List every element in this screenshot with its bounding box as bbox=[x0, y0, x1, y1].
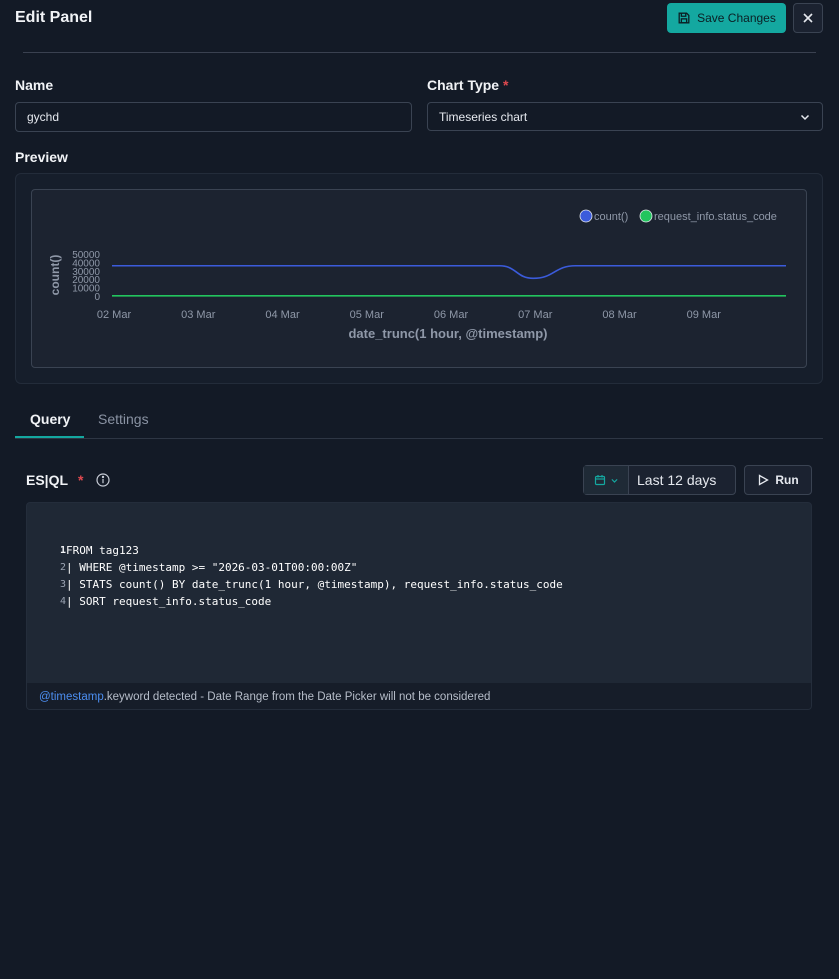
code-text: FROM tag123 bbox=[66, 544, 139, 557]
tabs-divider bbox=[15, 438, 823, 439]
line-number: 1 bbox=[59, 545, 66, 556]
x-tick-label: 05 Mar bbox=[350, 309, 385, 321]
name-label-text: Name bbox=[15, 77, 54, 93]
close-button[interactable] bbox=[793, 3, 823, 33]
x-axis-label: date_trunc(1 hour, @timestamp) bbox=[348, 326, 547, 341]
code-text: | STATS count() BY date_trunc(1 hour, @t… bbox=[66, 578, 563, 591]
legend-label: count() bbox=[594, 211, 628, 223]
esql-required-mark: * bbox=[78, 472, 84, 488]
run-button[interactable]: Run bbox=[744, 465, 812, 495]
chart-type-label: Chart Type * bbox=[427, 77, 508, 93]
header-divider bbox=[23, 52, 816, 53]
date-picker-toggle[interactable] bbox=[584, 466, 629, 494]
preview-label-text: Preview bbox=[15, 149, 68, 165]
timestamp-notice: @timestamp .keyword detected - Date Range… bbox=[27, 683, 811, 709]
x-tick-label: 07 Mar bbox=[518, 309, 553, 321]
line-number: 4 bbox=[59, 596, 66, 607]
x-tick-label: 04 Mar bbox=[265, 309, 300, 321]
preview-label: Preview bbox=[15, 149, 68, 165]
save-changes-button[interactable]: Save Changes bbox=[667, 3, 786, 33]
line-number: 2 bbox=[59, 562, 66, 573]
date-picker: Last 12 days bbox=[583, 465, 736, 495]
chart-type-select[interactable]: Timeseries chart bbox=[427, 102, 823, 131]
code-text: | SORT request_info.status_code bbox=[66, 595, 272, 608]
chart-type-value: Timeseries chart bbox=[439, 109, 528, 124]
date-range-value[interactable]: Last 12 days bbox=[629, 472, 716, 488]
code-line: 2 | WHERE @timestamp >= "2026-03-01T00:0… bbox=[27, 559, 357, 576]
esql-label-text: ES|QL bbox=[26, 472, 69, 488]
floppy-disk-icon bbox=[678, 12, 690, 24]
notice-text: .keyword detected - Date Range from the … bbox=[103, 690, 491, 703]
calendar-icon bbox=[594, 475, 605, 486]
line-number: 3 bbox=[59, 579, 66, 590]
name-label: Name bbox=[15, 77, 53, 93]
play-icon bbox=[759, 474, 770, 486]
chevron-down-icon bbox=[610, 478, 618, 483]
y-axis-label: count() bbox=[48, 255, 62, 296]
code-line: 3 | STATS count() BY date_trunc(1 hour, … bbox=[27, 576, 563, 593]
x-tick-label: 09 Mar bbox=[687, 309, 722, 321]
tab-query[interactable]: Query bbox=[30, 411, 70, 427]
x-tick-label: 08 Mar bbox=[602, 309, 637, 321]
code-line: 4 | SORT request_info.status_code bbox=[27, 593, 271, 610]
timeseries-chart: count() request_info.status_code500004000… bbox=[48, 209, 786, 341]
chevron-down-icon bbox=[800, 114, 810, 120]
chart-type-label-text: Chart Type bbox=[427, 77, 500, 93]
legend-marker bbox=[639, 209, 653, 223]
save-changes-label: Save Changes bbox=[697, 11, 776, 25]
page-title: Edit Panel bbox=[15, 9, 93, 26]
esql-label: ES|QL * bbox=[26, 472, 110, 488]
run-label: Run bbox=[775, 473, 799, 487]
required-mark: * bbox=[502, 77, 509, 93]
code-line: 1 FROM tag123 bbox=[27, 542, 139, 559]
chart-container: count() request_info.status_code 50000 4000… bbox=[31, 189, 807, 368]
x-tick-label: 06 Mar bbox=[434, 309, 469, 321]
legend-marker bbox=[579, 209, 593, 223]
info-icon[interactable] bbox=[95, 473, 110, 487]
tab-settings[interactable]: Settings bbox=[98, 411, 149, 427]
name-input[interactable] bbox=[15, 102, 412, 132]
y-tick-label: 0 bbox=[94, 292, 100, 303]
series-line-count- bbox=[112, 264, 786, 280]
x-tick-label: 03 Mar bbox=[181, 309, 216, 321]
x-tick-label: 02 Mar bbox=[97, 309, 132, 321]
code-text: | WHERE @timestamp >= "2026-03-01T00:00:… bbox=[66, 561, 358, 574]
timestamp-keyword-link[interactable]: @timestamp bbox=[39, 691, 104, 703]
query-editor[interactable]: 1 FROM tag123 2 | WHERE @timestamp >= "2… bbox=[26, 502, 812, 710]
close-icon bbox=[803, 13, 813, 23]
legend-label: request_info.status_code bbox=[654, 211, 777, 223]
